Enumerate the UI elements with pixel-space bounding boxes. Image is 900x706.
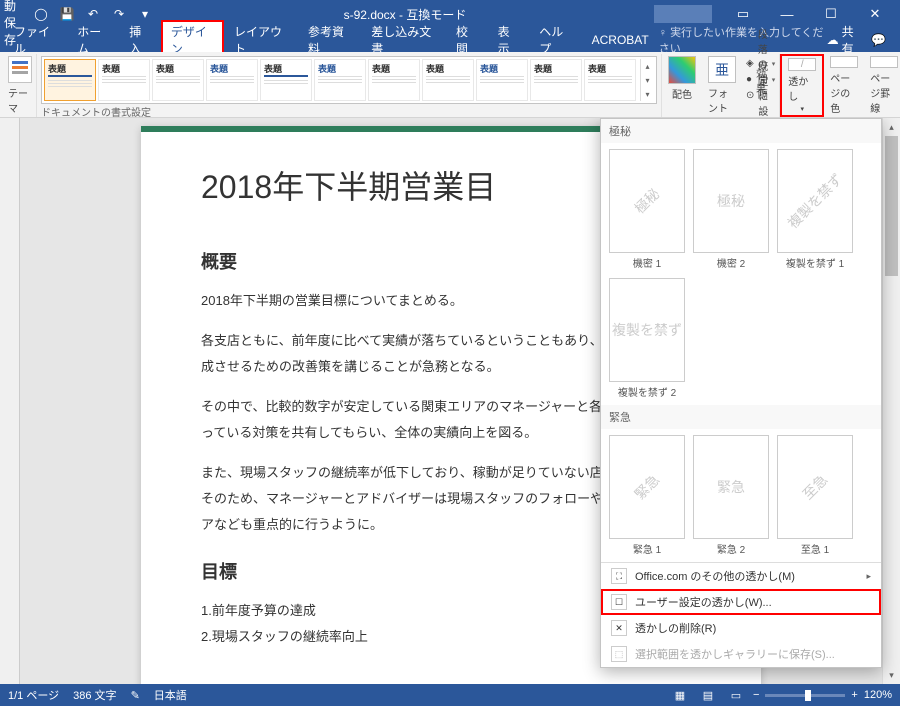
remove-watermark-icon: ✕ <box>611 620 627 636</box>
zoom-level[interactable]: 120% <box>864 689 892 701</box>
colors-icon <box>668 56 696 84</box>
wm-menu-office[interactable]: ⛶ Office.com のその他の透かし(M) ▸ <box>601 563 881 589</box>
watermark-gallery-item[interactable]: 至急至急 1 <box>777 435 853 556</box>
scroll-up-icon[interactable]: ▴ <box>883 118 900 136</box>
style-thumb[interactable]: 表題 <box>476 59 528 101</box>
page-borders-icon <box>870 56 898 68</box>
watermark-item-label: 複製を禁ず 2 <box>618 384 676 399</box>
zoom-in-icon[interactable]: + <box>851 689 857 701</box>
style-thumb[interactable]: 表題 <box>584 59 636 101</box>
watermark-gallery-item[interactable]: 緊急緊急 2 <box>693 435 769 556</box>
vertical-ruler[interactable] <box>0 118 20 684</box>
watermark-button[interactable]: / 透かし ▾ <box>780 54 824 117</box>
zoom-out-icon[interactable]: − <box>753 689 759 701</box>
watermark-gallery-item[interactable]: 極秘機密 2 <box>693 149 769 270</box>
wm-section-urgent: 緊急 <box>601 405 881 429</box>
status-language[interactable]: 日本語 <box>154 687 187 703</box>
watermark-icon: / <box>788 58 816 71</box>
status-page[interactable]: 1/1 ページ <box>8 687 59 703</box>
style-thumb[interactable]: 表題 <box>260 59 312 101</box>
save-selection-icon: ⬚ <box>611 646 627 662</box>
watermark-item-label: 複製を禁ず 1 <box>786 255 844 270</box>
gallery-more-icon[interactable]: ▴▾▾ <box>640 59 654 101</box>
set-default-button[interactable]: ⊙ 既定に設定 <box>746 88 775 103</box>
wm-menu-remove[interactable]: ✕ 透かしの削除(R) <box>601 615 881 641</box>
style-thumb[interactable]: 表題 <box>152 59 204 101</box>
watermark-gallery-item[interactable]: 複製を禁ず複製を禁ず 1 <box>777 149 853 270</box>
page-borders-button[interactable]: ページ罫線 <box>864 54 900 117</box>
user-account[interactable] <box>654 5 712 23</box>
wm-menu-custom[interactable]: ☐ ユーザー設定の透かし(W)... <box>601 589 881 615</box>
style-thumb[interactable]: 表題 <box>206 59 258 101</box>
ribbon-design: テーマ 表題 表題 表題 表題 表題 表題 表題 表題 表題 表題 表題 ▴▾▾… <box>0 52 900 118</box>
scroll-down-icon[interactable]: ▾ <box>883 666 900 684</box>
custom-watermark-icon: ☐ <box>611 594 627 610</box>
tab-acrobat[interactable]: ACROBAT <box>582 30 659 50</box>
view-read-icon[interactable]: ▦ <box>669 687 691 703</box>
style-thumb[interactable]: 表題 <box>98 59 150 101</box>
colors-button[interactable]: 配色 <box>662 54 702 117</box>
view-print-icon[interactable]: ▤ <box>697 687 719 703</box>
wm-menu-save: ⬚ 選択範囲を透かしギャラリーに保存(S)... <box>601 641 881 667</box>
office-icon: ⛶ <box>611 568 627 584</box>
vertical-scrollbar[interactable]: ▴ ▾ <box>882 118 900 684</box>
scrollbar-thumb[interactable] <box>885 136 898 276</box>
page-color-button[interactable]: ページの色 <box>824 54 864 117</box>
themes-label: テーマ <box>8 85 32 115</box>
style-thumb[interactable]: 表題 <box>530 59 582 101</box>
style-thumb[interactable]: 表題 <box>314 59 366 101</box>
page-color-icon <box>830 56 858 68</box>
view-web-icon[interactable]: ▭ <box>725 687 747 703</box>
fonts-button[interactable]: 亜 フォント <box>702 54 742 117</box>
watermark-gallery-panel: 極秘 極秘機密 1極秘機密 2複製を禁ず複製を禁ず 1複製を禁ず複製を禁ず 2 … <box>600 118 882 668</box>
document-formatting-gallery[interactable]: 表題 表題 表題 表題 表題 表題 表題 表題 表題 表題 表題 ▴▾▾ <box>41 56 657 104</box>
watermark-item-label: 機密 2 <box>717 255 745 270</box>
status-spellcheck-icon[interactable]: ✎ <box>131 689 140 702</box>
watermark-item-label: 緊急 1 <box>633 541 661 556</box>
watermark-gallery-item[interactable]: 複製を禁ず複製を禁ず 2 <box>609 278 685 399</box>
watermark-gallery-item[interactable]: 極秘機密 1 <box>609 149 685 270</box>
themes-button[interactable] <box>8 56 32 83</box>
watermark-item-label: 緊急 2 <box>717 541 745 556</box>
wm-section-confidential: 極秘 <box>601 119 881 143</box>
style-thumb[interactable]: 表題 <box>368 59 420 101</box>
comments-icon[interactable]: 💬 <box>871 33 886 47</box>
watermark-item-label: 機密 1 <box>633 255 661 270</box>
status-word-count[interactable]: 386 文字 <box>73 687 116 703</box>
style-thumb[interactable]: 表題 <box>422 59 474 101</box>
fonts-icon: 亜 <box>708 56 736 83</box>
watermark-gallery-item[interactable]: 緊急緊急 1 <box>609 435 685 556</box>
watermark-item-label: 至急 1 <box>801 541 829 556</box>
document-area: 2018年下半期営業目 概要 2018年下半期の営業目標についてまとめる。 各支… <box>0 118 900 684</box>
chevron-right-icon: ▸ <box>866 571 871 582</box>
style-thumb[interactable]: 表題 <box>44 59 96 101</box>
statusbar: 1/1 ページ 386 文字 ✎ 日本語 ▦ ▤ ▭ − + 120% <box>0 684 900 706</box>
zoom-slider[interactable] <box>765 694 845 697</box>
